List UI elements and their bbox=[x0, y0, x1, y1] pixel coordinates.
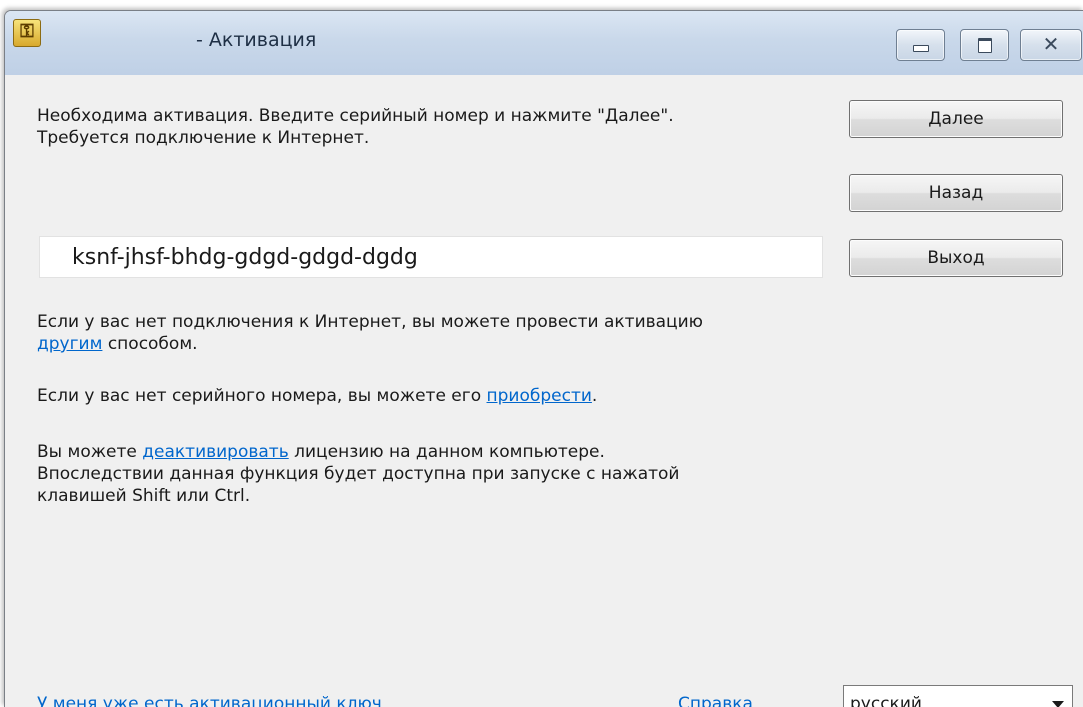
close-button[interactable]: ✕ bbox=[1020, 29, 1082, 61]
activation-window: ⚿ - Активация ✕ Необходима активация. Вв… bbox=[4, 10, 1083, 707]
intro-text: Необходима активация. Введите серийный н… bbox=[37, 105, 674, 149]
deactivate-text: Вы можете деактивировать лицензию на дан… bbox=[37, 441, 679, 507]
close-icon: ✕ bbox=[1042, 32, 1060, 56]
intro-line-2: Требуется подключение к Интернет. bbox=[37, 128, 370, 148]
offline-after-text: способом. bbox=[102, 334, 198, 354]
deactivate-link[interactable]: деактивировать bbox=[142, 442, 288, 462]
minimize-icon bbox=[913, 45, 929, 52]
offline-line-2: другим способом. bbox=[37, 333, 703, 355]
buy-serial-text: Если у вас нет серийного номера, вы може… bbox=[37, 385, 597, 407]
buy-before-text: Если у вас нет серийного номера, вы може… bbox=[37, 386, 487, 406]
exit-button[interactable]: Выход bbox=[849, 239, 1063, 277]
deactivate-after-text: лицензию на данном компьютере. bbox=[288, 442, 605, 462]
offline-line-1: Если у вас нет подключения к Интернет, в… bbox=[37, 312, 703, 332]
maximize-icon bbox=[978, 38, 992, 53]
minimize-button[interactable] bbox=[896, 29, 945, 61]
dialog-body: Необходима активация. Введите серийный н… bbox=[5, 75, 1083, 707]
title-bar[interactable]: ⚿ - Активация ✕ bbox=[5, 11, 1083, 75]
deactivate-line-2: Впоследствии данная функция будет доступ… bbox=[37, 464, 680, 484]
deactivate-line-3: клавишей Shift или Ctrl. bbox=[37, 486, 251, 506]
deactivate-before-text: Вы можете bbox=[37, 442, 143, 462]
buy-after-text: . bbox=[591, 386, 598, 406]
offline-activation-text: Если у вас нет подключения к Интернет, в… bbox=[37, 311, 703, 355]
back-button[interactable]: Назад bbox=[849, 174, 1063, 212]
help-link[interactable]: Справка bbox=[678, 693, 753, 707]
next-button[interactable]: Далее bbox=[849, 100, 1063, 138]
deactivate-line-1: Вы можете деактивировать лицензию на дан… bbox=[37, 441, 679, 463]
window-title: - Активация bbox=[196, 29, 317, 51]
have-key-link[interactable]: У меня уже есть активационный ключ bbox=[37, 693, 382, 707]
chevron-down-icon bbox=[1052, 701, 1064, 707]
serial-number-input[interactable]: ksnf-jhsf-bhdg-gdgd-gdgd-dgdg bbox=[39, 236, 823, 278]
language-select[interactable]: русский bbox=[843, 685, 1073, 707]
intro-line-1: Необходима активация. Введите серийный н… bbox=[37, 106, 674, 126]
buy-link[interactable]: приобрести bbox=[487, 386, 592, 406]
maximize-button[interactable] bbox=[960, 29, 1009, 61]
other-method-link[interactable]: другим bbox=[37, 334, 102, 354]
language-selected-value: русский bbox=[850, 694, 922, 707]
key-document-icon: ⚿ bbox=[13, 19, 41, 47]
